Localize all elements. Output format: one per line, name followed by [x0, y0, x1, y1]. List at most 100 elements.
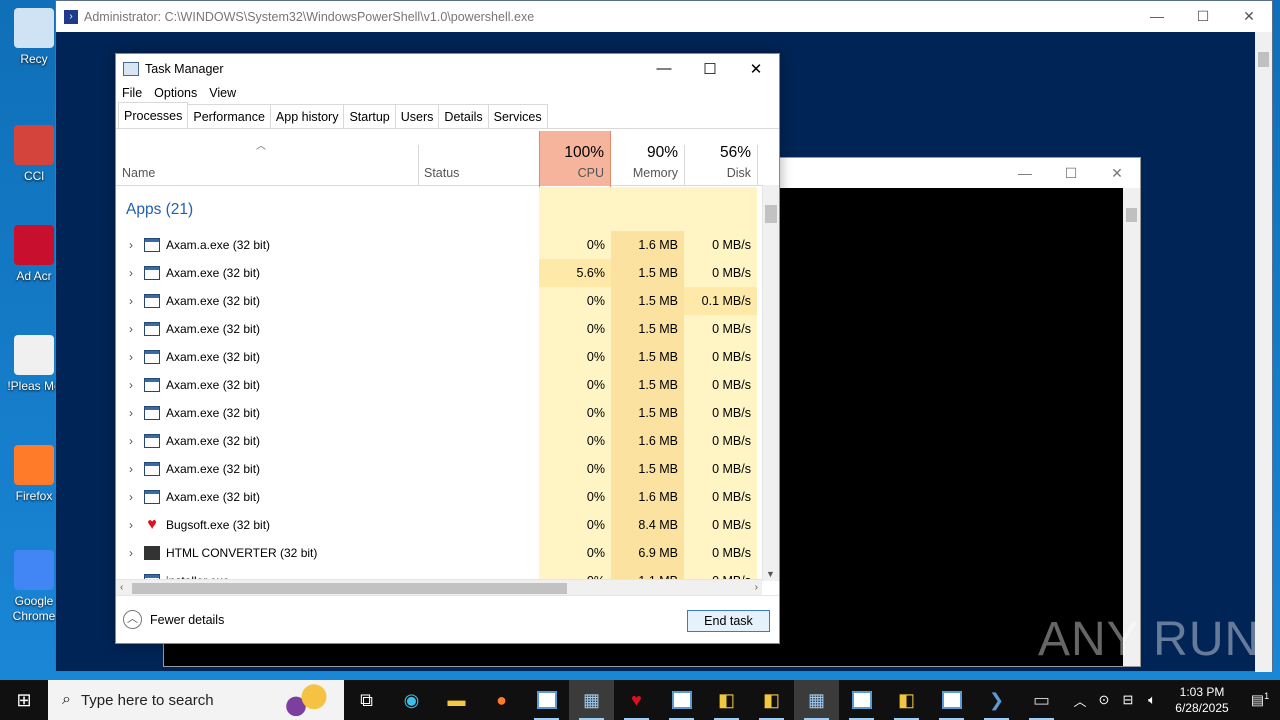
- start-button[interactable]: ⊞: [0, 680, 48, 720]
- taskbar-console[interactable]: ▭: [1019, 680, 1064, 720]
- process-row[interactable]: › Axam.exe (32 bit) 0% 1.5 MB 0 MB/s: [116, 343, 762, 371]
- expand-chevron-icon[interactable]: ›: [116, 434, 140, 448]
- powershell-scrollbar[interactable]: [1255, 32, 1272, 672]
- expand-chevron-icon[interactable]: ›: [116, 350, 140, 364]
- desktop-shortcut-icon: [14, 445, 54, 485]
- maximize-button[interactable]: ☐: [687, 60, 733, 78]
- process-horizontal-scrollbar[interactable]: ‹ ›: [116, 579, 762, 596]
- tray-overflow-chevron-icon[interactable]: ︿: [1068, 691, 1092, 710]
- maximize-button[interactable]: ☐: [1180, 8, 1226, 25]
- notification-icon: ▤: [1250, 691, 1265, 708]
- column-header-disk[interactable]: 56% Disk: [684, 131, 757, 186]
- tab-processes[interactable]: Processes: [118, 102, 189, 128]
- tray-meet-icon[interactable]: ⊙: [1092, 692, 1116, 708]
- taskbar-edge[interactable]: ◉: [389, 680, 434, 720]
- taskbar-converter-2[interactable]: ◧: [749, 680, 794, 720]
- taskbar-task-manager[interactable]: ▦: [569, 680, 614, 720]
- expand-chevron-icon[interactable]: ›: [116, 546, 140, 560]
- expand-chevron-icon[interactable]: ›: [116, 266, 140, 280]
- horizontal-scroll-thumb[interactable]: [132, 583, 567, 594]
- expand-chevron-icon[interactable]: ›: [116, 406, 140, 420]
- process-row[interactable]: › Axam.exe (32 bit) 5.6% 1.5 MB 0 MB/s: [116, 259, 762, 287]
- volume-icon[interactable]: 🔈︎: [1140, 692, 1164, 708]
- taskbar-app-window[interactable]: [524, 680, 569, 720]
- console-scrollbar[interactable]: [1123, 188, 1140, 666]
- expand-chevron-icon[interactable]: ›: [116, 322, 140, 336]
- taskbar-app-window-2[interactable]: [659, 680, 704, 720]
- expand-chevron-icon[interactable]: ›: [116, 462, 140, 476]
- taskbar-converter-3[interactable]: ◧: [884, 680, 929, 720]
- tab-performance[interactable]: Performance: [187, 104, 271, 128]
- minimize-button[interactable]: —: [1134, 8, 1180, 25]
- process-rows: Apps (21) › Axam.a.exe (32 bit) 0% 1.6 MB 0 …: [116, 187, 762, 581]
- app-window-icon: [144, 322, 160, 336]
- expand-chevron-icon[interactable]: ›: [116, 378, 140, 392]
- taskbar-clock[interactable]: 1:03 PM 6/28/2025: [1164, 684, 1240, 716]
- taskbar-firefox[interactable]: ●: [479, 680, 524, 720]
- close-button[interactable]: ✕: [733, 60, 779, 78]
- column-header-memory[interactable]: 90% Memory: [611, 131, 684, 186]
- scroll-left-icon[interactable]: ‹: [120, 582, 123, 593]
- desktop-shortcut-icon: [14, 8, 54, 48]
- app-window-icon: [144, 434, 160, 448]
- column-header-name[interactable]: ︿ Name: [116, 131, 418, 186]
- process-row[interactable]: › Axam.exe (32 bit) 0% 1.5 MB 0 MB/s: [116, 399, 762, 427]
- task-manager-window[interactable]: Task Manager — ☐ ✕ File Options View Pro…: [115, 53, 780, 644]
- search-highlight-illustration: [278, 684, 338, 716]
- process-name: Axam.exe (32 bit): [166, 378, 261, 392]
- task-manager-titlebar[interactable]: Task Manager — ☐ ✕: [116, 54, 779, 83]
- scroll-right-icon[interactable]: ›: [755, 582, 758, 593]
- column-header-status[interactable]: Status: [418, 131, 539, 186]
- process-row[interactable]: › Axam.exe (32 bit) 0% 1.6 MB 0 MB/s: [116, 483, 762, 511]
- tab-startup[interactable]: Startup: [343, 104, 396, 128]
- close-button[interactable]: ✕: [1226, 8, 1272, 25]
- process-cpu-cell: 5.6%: [539, 259, 611, 287]
- console-icon: ▭: [1032, 689, 1050, 710]
- expand-chevron-icon[interactable]: ›: [116, 518, 140, 532]
- taskbar-search-box[interactable]: ⌕ Type here to search: [48, 680, 344, 720]
- scroll-down-icon[interactable]: ▼: [766, 569, 775, 579]
- process-row[interactable]: › Axam.a.exe (32 bit) 0% 1.6 MB 0 MB/s: [116, 231, 762, 259]
- process-row[interactable]: › Axam.exe (32 bit) 0% 1.5 MB 0.1 MB/s: [116, 287, 762, 315]
- fewer-details-link[interactable]: ︿ Fewer details: [123, 610, 224, 629]
- process-cpu-cell: 0%: [539, 455, 611, 483]
- process-row[interactable]: › HTML CONVERTER (32 bit) 0% 6.9 MB 0 MB/s: [116, 539, 762, 567]
- process-memory-cell: 1.6 MB: [611, 231, 684, 259]
- notification-center-button[interactable]: ▤1: [1240, 691, 1280, 709]
- menu-options[interactable]: Options: [154, 86, 197, 100]
- menu-file[interactable]: File: [122, 86, 142, 100]
- process-row[interactable]: › Axam.exe (32 bit) 0% 1.5 MB 0 MB/s: [116, 371, 762, 399]
- minimize-button[interactable]: —: [641, 60, 687, 78]
- process-row[interactable]: › ♥ Bugsoft.exe (32 bit) 0% 8.4 MB 0 MB/s: [116, 511, 762, 539]
- process-vertical-scrollbar[interactable]: ▼: [762, 185, 779, 581]
- expand-chevron-icon[interactable]: ›: [116, 238, 140, 252]
- process-row[interactable]: › Axam.exe (32 bit) 0% 1.5 MB 0 MB/s: [116, 315, 762, 343]
- expand-chevron-icon[interactable]: ›: [116, 294, 140, 308]
- tab-app-history[interactable]: App history: [269, 104, 345, 128]
- tab-services[interactable]: Services: [487, 104, 548, 128]
- taskbar-powershell[interactable]: ❯: [974, 680, 1019, 720]
- network-icon[interactable]: ⊟: [1116, 692, 1140, 708]
- taskbar-app-window-3[interactable]: [839, 680, 884, 720]
- column-header-cpu[interactable]: 100% CPU: [539, 131, 611, 186]
- end-task-button[interactable]: End task: [687, 610, 770, 632]
- console-close-button[interactable]: ✕: [1094, 165, 1140, 182]
- console-minimize-button[interactable]: —: [1002, 165, 1048, 181]
- taskbar-bugsoft[interactable]: ♥: [614, 680, 659, 720]
- powershell-titlebar[interactable]: › Administrator: C:\WINDOWS\System32\Win…: [56, 1, 1272, 32]
- console-maximize-button[interactable]: ☐: [1048, 165, 1094, 182]
- taskbar-file-explorer[interactable]: ▬: [434, 680, 479, 720]
- taskbar-converter-1[interactable]: ◧: [704, 680, 749, 720]
- app-window-icon: [144, 350, 160, 364]
- menu-view[interactable]: View: [209, 86, 236, 100]
- process-row[interactable]: › Axam.exe (32 bit) 0% 1.5 MB 0 MB/s: [116, 455, 762, 483]
- taskbar-task-manager-2[interactable]: ▦: [794, 680, 839, 720]
- tab-details[interactable]: Details: [438, 104, 489, 128]
- taskbar-app-window-4[interactable]: [929, 680, 974, 720]
- task-view-button[interactable]: ⧉: [344, 680, 389, 720]
- expand-chevron-icon[interactable]: ›: [116, 490, 140, 504]
- tab-users[interactable]: Users: [394, 104, 440, 128]
- vertical-scroll-thumb[interactable]: [765, 205, 777, 223]
- process-cpu-cell: 0%: [539, 483, 611, 511]
- process-row[interactable]: › Axam.exe (32 bit) 0% 1.6 MB 0 MB/s: [116, 427, 762, 455]
